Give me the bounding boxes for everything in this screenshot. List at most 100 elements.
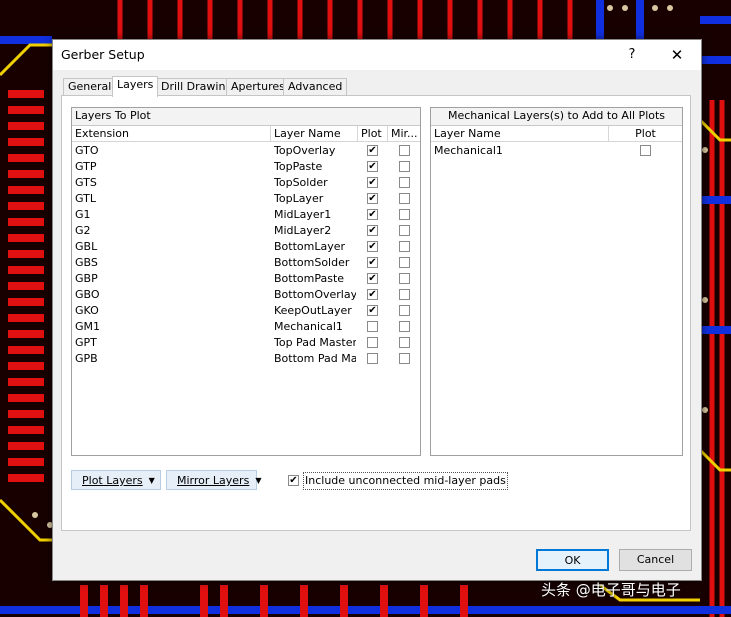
mech-plot-checkbox[interactable] bbox=[640, 145, 651, 156]
plot-checkbox[interactable] bbox=[367, 321, 378, 332]
plot-checkbox[interactable]: ✔ bbox=[367, 257, 378, 268]
mirror-checkbox[interactable] bbox=[399, 161, 410, 172]
plot-checkbox[interactable]: ✔ bbox=[367, 225, 378, 236]
mirror-checkbox[interactable] bbox=[399, 273, 410, 284]
mirror-layers-label: Mirror Layers bbox=[177, 474, 250, 487]
layer-name: BottomOverlay bbox=[274, 288, 356, 301]
layers-to-plot-panel: Layers To Plot Extension Layer Name Plot… bbox=[71, 107, 421, 456]
layer-name: BottomPaste bbox=[274, 272, 345, 285]
tab-layers[interactable]: Layers bbox=[112, 76, 159, 97]
plot-checkbox[interactable]: ✔ bbox=[367, 161, 378, 172]
layer-extension: GKO bbox=[75, 304, 99, 317]
watermark-text: 头条 @电子哥与电子 bbox=[541, 581, 681, 599]
list-item[interactable]: Mechanical1 bbox=[431, 143, 682, 159]
mechanical-layers-panel: Mechanical Layers(s) to Add to All Plots… bbox=[430, 107, 683, 456]
layer-name: KeepOutLayer bbox=[274, 304, 352, 317]
table-row[interactable]: GTP TopPaste ✔ bbox=[72, 159, 420, 175]
layer-name: Top Pad Master bbox=[274, 336, 356, 349]
plot-checkbox[interactable]: ✔ bbox=[367, 209, 378, 220]
column-mech-plot[interactable]: Plot bbox=[609, 126, 682, 142]
layer-name: BottomLayer bbox=[274, 240, 346, 253]
layer-extension: GBO bbox=[75, 288, 100, 301]
layers-to-plot-title: Layers To Plot bbox=[72, 108, 420, 126]
mirror-checkbox[interactable] bbox=[399, 353, 410, 364]
mirror-checkbox[interactable] bbox=[399, 209, 410, 220]
chevron-down-icon: ▼ bbox=[148, 476, 155, 485]
mirror-checkbox[interactable] bbox=[399, 193, 410, 204]
column-mech-layer-name[interactable]: Layer Name bbox=[431, 126, 609, 142]
layer-extension: GPB bbox=[75, 352, 98, 365]
layer-name: TopPaste bbox=[274, 160, 323, 173]
ok-button[interactable]: OK bbox=[536, 549, 609, 571]
plot-checkbox[interactable]: ✔ bbox=[367, 241, 378, 252]
layer-extension: GTL bbox=[75, 192, 96, 205]
mirror-checkbox[interactable] bbox=[399, 241, 410, 252]
plot-checkbox[interactable]: ✔ bbox=[367, 193, 378, 204]
tab-apertures[interactable]: Apertures bbox=[226, 78, 290, 96]
close-button[interactable]: ✕ bbox=[665, 44, 689, 66]
layer-extension: GTS bbox=[75, 176, 97, 189]
gerber-setup-dialog: Gerber Setup ? ✕ General Layers Drill Dr… bbox=[52, 39, 702, 581]
include-unconnected-label[interactable]: Include unconnected mid-layer pads bbox=[303, 472, 508, 490]
dialog-title: Gerber Setup bbox=[61, 47, 145, 62]
table-row[interactable]: GTS TopSolder ✔ bbox=[72, 175, 420, 191]
plot-checkbox[interactable] bbox=[367, 353, 378, 364]
layer-extension: GM1 bbox=[75, 320, 101, 333]
column-mirror[interactable]: Mir... bbox=[388, 126, 420, 142]
mirror-checkbox[interactable] bbox=[399, 177, 410, 188]
table-row[interactable]: G2 MidLayer2 ✔ bbox=[72, 223, 420, 239]
mirror-checkbox[interactable] bbox=[399, 321, 410, 332]
table-row[interactable]: GTL TopLayer ✔ bbox=[72, 191, 420, 207]
layer-name: TopOverlay bbox=[274, 144, 336, 157]
plot-layers-button[interactable]: Plot Layers ▼ bbox=[71, 470, 161, 490]
layer-extension: GTP bbox=[75, 160, 97, 173]
table-row[interactable]: GKO KeepOutLayer ✔ bbox=[72, 303, 420, 319]
layer-extension: G1 bbox=[75, 208, 91, 221]
cancel-button[interactable]: Cancel bbox=[619, 549, 692, 571]
table-row[interactable]: G1 MidLayer1 ✔ bbox=[72, 207, 420, 223]
layer-name: MidLayer2 bbox=[274, 224, 332, 237]
layers-tab-page: Layers To Plot Extension Layer Name Plot… bbox=[61, 95, 691, 531]
layer-name: TopLayer bbox=[274, 192, 324, 205]
column-layer-name[interactable]: Layer Name bbox=[271, 126, 358, 142]
mirror-checkbox[interactable] bbox=[399, 289, 410, 300]
column-extension[interactable]: Extension bbox=[72, 126, 271, 142]
layer-extension: GPT bbox=[75, 336, 97, 349]
plot-checkbox[interactable]: ✔ bbox=[367, 273, 378, 284]
mirror-checkbox[interactable] bbox=[399, 145, 410, 156]
layer-name: BottomSolder bbox=[274, 256, 350, 269]
layer-name: TopSolder bbox=[274, 176, 328, 189]
table-row[interactable]: GBS BottomSolder ✔ bbox=[72, 255, 420, 271]
table-row[interactable]: GBP BottomPaste ✔ bbox=[72, 271, 420, 287]
plot-checkbox[interactable]: ✔ bbox=[367, 305, 378, 316]
layer-name: Bottom Pad Maste bbox=[274, 352, 356, 365]
table-row[interactable]: GPB Bottom Pad Maste bbox=[72, 351, 420, 367]
plot-checkbox[interactable]: ✔ bbox=[367, 289, 378, 300]
table-row[interactable]: GBO BottomOverlay ✔ bbox=[72, 287, 420, 303]
table-row[interactable]: GBL BottomLayer ✔ bbox=[72, 239, 420, 255]
column-plot[interactable]: Plot bbox=[358, 126, 388, 142]
mech-layer-name: Mechanical1 bbox=[434, 144, 503, 157]
mirror-checkbox[interactable] bbox=[399, 305, 410, 316]
layer-name: Mechanical1 bbox=[274, 320, 343, 333]
help-button[interactable]: ? bbox=[621, 44, 643, 66]
table-row[interactable]: GTO TopOverlay ✔ bbox=[72, 143, 420, 159]
table-row[interactable]: GPT Top Pad Master bbox=[72, 335, 420, 351]
mechanical-layers-title: Mechanical Layers(s) to Add to All Plots bbox=[431, 108, 682, 126]
table-row[interactable]: GM1 Mechanical1 bbox=[72, 319, 420, 335]
plot-checkbox[interactable]: ✔ bbox=[367, 177, 378, 188]
mirror-checkbox[interactable] bbox=[399, 225, 410, 236]
layer-extension: GBS bbox=[75, 256, 98, 269]
chevron-down-icon: ▼ bbox=[255, 476, 262, 485]
plot-checkbox[interactable] bbox=[367, 337, 378, 348]
plot-checkbox[interactable]: ✔ bbox=[367, 145, 378, 156]
layer-extension: G2 bbox=[75, 224, 91, 237]
tab-advanced[interactable]: Advanced bbox=[283, 78, 348, 96]
tab-general[interactable]: General bbox=[63, 78, 117, 96]
include-unconnected-checkbox[interactable]: ✔ bbox=[288, 475, 299, 486]
layer-extension: GBL bbox=[75, 240, 98, 253]
plot-layers-label: Plot Layers bbox=[82, 474, 143, 487]
mirror-layers-button[interactable]: Mirror Layers ▼ bbox=[166, 470, 261, 490]
mirror-checkbox[interactable] bbox=[399, 337, 410, 348]
mirror-checkbox[interactable] bbox=[399, 257, 410, 268]
